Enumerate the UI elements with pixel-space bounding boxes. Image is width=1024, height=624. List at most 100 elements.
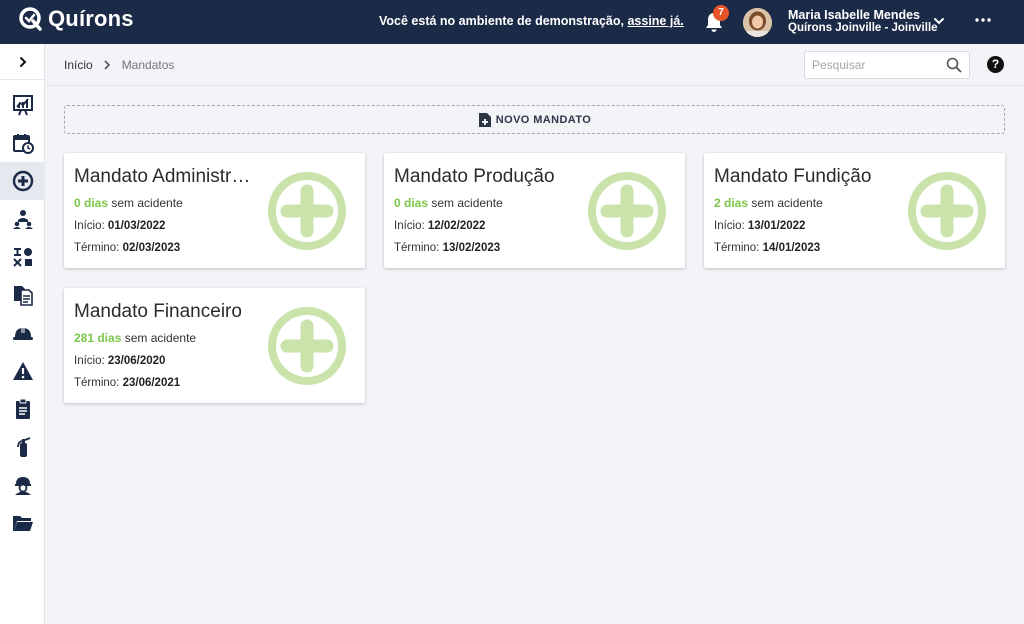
start-date: 23/06/2020 (107, 355, 166, 367)
fire-extinguisher-icon (16, 437, 30, 457)
breadcrumb-home[interactable]: Início (64, 58, 93, 72)
start-date: 13/01/2022 (747, 220, 806, 232)
notification-badge: 7 (713, 5, 729, 21)
end-label: Término: (394, 242, 443, 254)
sidebar-item-mandatos[interactable] (0, 162, 45, 200)
card-days: 281 dias sem acidente (74, 331, 196, 345)
sidebar-item-tools[interactable] (0, 238, 45, 276)
sidebar-item-incidents[interactable] (0, 352, 45, 390)
card-start: Início: 13/01/2022 (714, 220, 805, 232)
days-value: 2 dias (714, 196, 749, 210)
end-date: 14/01/2023 (762, 242, 821, 254)
sidebar-item-workers[interactable] (0, 466, 45, 504)
sidebar-item-dashboard[interactable] (0, 86, 45, 124)
plus-circle-icon (268, 307, 346, 385)
sidebar-item-calendar[interactable] (0, 124, 45, 162)
folder-icon (12, 516, 33, 531)
card-end: Término: 14/01/2023 (714, 242, 820, 254)
sidebar-item-epi[interactable] (0, 314, 45, 352)
end-label: Término: (74, 242, 123, 254)
sidebar-toggle[interactable] (0, 44, 45, 80)
card-title: Mandato Financeiro (74, 301, 242, 322)
demo-notice: Você está no ambiente de demonstração, a… (379, 14, 684, 28)
user-org: Quírons Joinville - Joinville (788, 22, 938, 34)
card-days: 0 dias sem acidente (394, 196, 503, 210)
sidebar-item-checklist[interactable] (0, 390, 45, 428)
days-suffix: sem acidente (121, 331, 197, 345)
help-icon[interactable]: ? (987, 56, 1004, 73)
app-logo[interactable]: Quírons (18, 6, 134, 32)
plus-circle-icon (12, 170, 33, 192)
logo-text: Quírons (48, 6, 134, 31)
plus-circle-icon (908, 172, 986, 250)
worker-icon (14, 477, 31, 495)
subscribe-link[interactable]: assine já. (627, 14, 683, 28)
avatar-image (743, 8, 772, 37)
end-date: 23/06/2021 (122, 377, 181, 389)
start-date: 01/03/2022 (107, 220, 166, 232)
helmet-icon (12, 328, 33, 340)
breadcrumb-current: Mandatos (121, 58, 175, 72)
start-date: 12/02/2022 (427, 220, 486, 232)
documents-icon (13, 286, 33, 306)
days-suffix: sem acidente (428, 196, 503, 210)
plus-circle-icon (268, 172, 346, 250)
card-end: Término: 02/03/2023 (74, 242, 180, 254)
sidebar-item-organization[interactable] (0, 200, 45, 238)
card-days: 2 dias sem acidente (714, 196, 823, 210)
end-date: 02/03/2023 (122, 242, 181, 254)
start-label: Início: (714, 220, 748, 232)
days-value: 0 dias (74, 196, 109, 210)
sidebar-item-files[interactable] (0, 504, 45, 542)
start-label: Início: (74, 220, 108, 232)
days-value: 0 dias (394, 196, 429, 210)
search-box (804, 51, 970, 79)
card-start: Início: 01/03/2022 (74, 220, 165, 232)
start-label: Início: (394, 220, 428, 232)
search-input[interactable] (805, 52, 935, 78)
breadcrumb-bar: Início Mandatos ? (46, 44, 1024, 86)
card-end: Término: 13/02/2023 (394, 242, 500, 254)
end-label: Término: (74, 377, 123, 389)
calendar-clock-icon (12, 134, 34, 154)
puzzle-icon (12, 248, 32, 267)
breadcrumb: Início Mandatos (64, 58, 174, 72)
end-label: Término: (714, 242, 763, 254)
chevron-down-icon[interactable] (932, 14, 946, 28)
avatar[interactable] (743, 8, 772, 37)
card-start: Início: 12/02/2022 (394, 220, 485, 232)
demo-text: Você está no ambiente de demonstração, (379, 14, 628, 28)
new-mandate-label: NOVO MANDATO (495, 113, 592, 126)
more-options-icon[interactable] (975, 17, 991, 23)
card-days: 0 dias sem acidente (74, 196, 183, 210)
new-mandate-button[interactable]: NOVO MANDATO (64, 105, 1005, 134)
chevron-right-icon (104, 60, 110, 70)
card-title: Mandato Administrativo (74, 166, 254, 187)
sidebar-item-documents[interactable] (0, 276, 45, 314)
mandate-card[interactable]: Mandato Financeiro 281 dias sem acidente… (64, 288, 365, 403)
plus-circle-icon (588, 172, 666, 250)
sidebar (0, 44, 45, 624)
mandate-card[interactable]: Mandato Produção 0 dias sem acidente Iní… (384, 153, 685, 268)
top-bar: Quírons Você está no ambiente de demonst… (0, 0, 1024, 44)
card-title: Mandato Produção (394, 166, 555, 187)
chevron-right-icon (19, 56, 26, 67)
add-file-icon (478, 112, 491, 127)
mandate-card[interactable]: Mandato Administrativo 0 dias sem aciden… (64, 153, 365, 268)
card-title: Mandato Fundição (714, 166, 872, 187)
card-start: Início: 23/06/2020 (74, 355, 165, 367)
logo-icon (19, 7, 42, 31)
sidebar-item-fire[interactable] (0, 428, 45, 466)
user-name: Maria Isabelle Mendes (788, 8, 921, 22)
user-info[interactable]: Maria Isabelle Mendes Quírons Joinville … (788, 9, 938, 35)
mandate-card[interactable]: Mandato Fundição 2 dias sem acidente Iní… (704, 153, 1005, 268)
clipboard-icon (15, 398, 30, 419)
dashboard-icon (12, 95, 33, 116)
search-icon[interactable] (946, 57, 962, 73)
start-label: Início: (74, 355, 108, 367)
days-suffix: sem acidente (748, 196, 823, 210)
warning-icon (12, 362, 33, 380)
org-chart-icon (12, 210, 33, 229)
end-date: 13/02/2023 (442, 242, 501, 254)
days-suffix: sem acidente (108, 196, 183, 210)
